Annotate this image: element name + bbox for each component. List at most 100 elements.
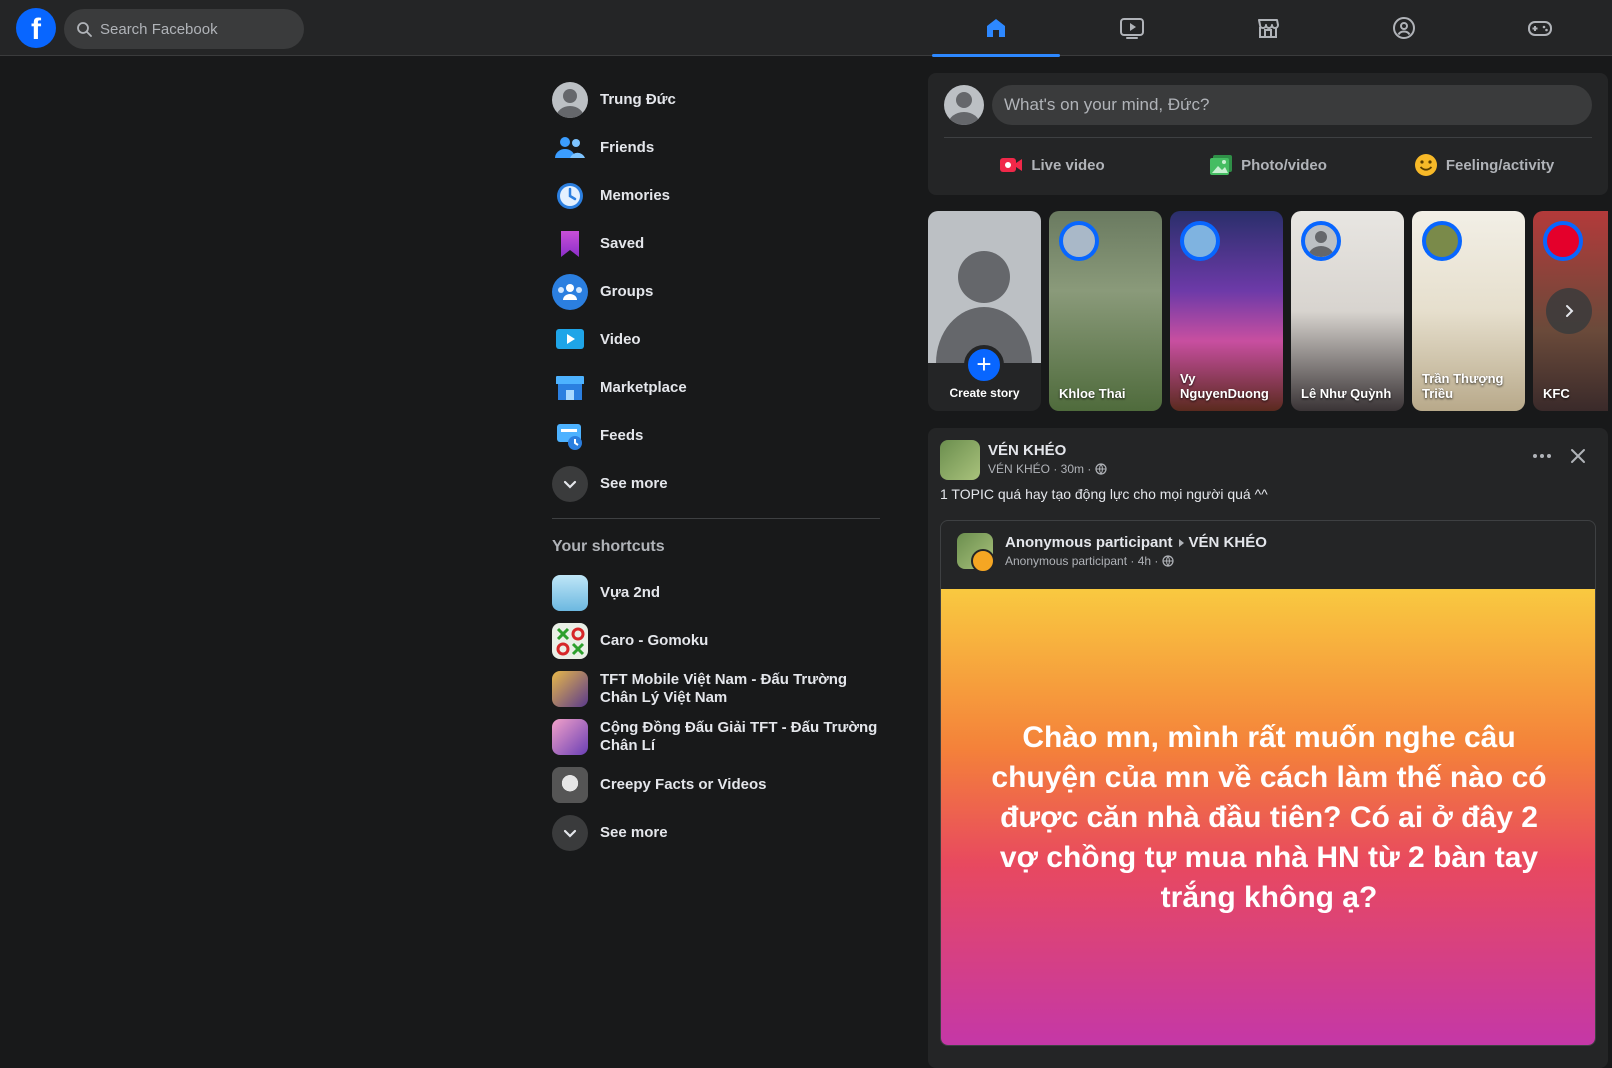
sidebar-item-label: Saved <box>600 235 645 252</box>
sidebar-item-marketplace[interactable]: Marketplace <box>552 364 882 412</box>
story-author-name: Lê Như Quỳnh <box>1301 386 1392 401</box>
live-video-icon <box>1000 158 1023 172</box>
whats-on-your-mind-input[interactable] <box>992 85 1592 125</box>
photo-icon <box>1210 155 1233 175</box>
sidebar-divider <box>552 518 880 519</box>
post-composer: Live video Photo/video Feeling/activity <box>928 73 1608 195</box>
left-sidebar: Trung Đức Friends Memories Saved Groups … <box>552 76 882 857</box>
sidebar-item-memories[interactable]: Memories <box>552 172 882 220</box>
caret-right-icon <box>1178 538 1184 547</box>
shortcut-thumbnail <box>552 575 588 611</box>
create-story-avatar <box>928 211 1041 363</box>
sidebar-item-label: Feeds <box>600 427 644 444</box>
marketplace-icon <box>552 370 588 406</box>
sidebar-item-groups[interactable]: Groups <box>552 268 882 316</box>
shared-post-author[interactable]: Anonymous participant <box>1005 534 1173 551</box>
chevron-down-icon <box>552 815 588 851</box>
sidebar-see-more[interactable]: See more <box>552 460 882 508</box>
composer-avatar[interactable] <box>944 85 984 125</box>
feeds-icon <box>552 418 588 454</box>
search-icon <box>77 22 92 37</box>
shared-post[interactable]: Anonymous participant VÉN KHÉO Anonymous… <box>940 520 1596 1046</box>
smiley-icon <box>1414 154 1437 176</box>
story-card[interactable]: Trần Thượng Triều <box>1412 211 1525 411</box>
sidebar-item-profile[interactable]: Trung Đức <box>552 76 882 124</box>
facebook-logo[interactable]: f <box>16 8 56 48</box>
post-author-name[interactable]: VÉN KHÉO <box>988 442 1066 459</box>
search-box[interactable] <box>64 9 304 49</box>
story-card[interactable]: Vy NguyenDuong <box>1170 211 1283 411</box>
shortcut-label: Cộng Đồng Đấu Giải TFT - Đấu Trường Chân… <box>600 719 878 754</box>
live-video-button[interactable]: Live video <box>944 145 1160 185</box>
story-author-name: Trần Thượng Triều <box>1422 371 1504 401</box>
composer-divider <box>944 137 1592 138</box>
bookmark-icon <box>552 226 588 262</box>
shortcut-thumbnail <box>552 671 588 707</box>
sidebar-item-friends[interactable]: Friends <box>552 124 882 172</box>
shortcut-item[interactable]: Cộng Đồng Đấu Giải TFT - Đấu Trường Chân… <box>552 713 882 761</box>
post-hide-button[interactable] <box>1562 442 1594 470</box>
shared-post-meta-text: Anonymous participant · 4h · <box>1005 554 1159 568</box>
sidebar-item-label: Trung Đức <box>600 91 676 108</box>
nav-tab-home[interactable] <box>932 0 1060 57</box>
shortcut-label: Vựa 2nd <box>600 584 661 601</box>
shortcut-item[interactable]: Creepy Facts or Videos <box>552 761 882 809</box>
nav-tab-marketplace[interactable] <box>1204 0 1332 56</box>
shared-post-group[interactable]: VÉN KHÉO <box>1189 534 1267 551</box>
nav-tab-groups[interactable] <box>1340 0 1468 56</box>
shared-post-header: Anonymous participant VÉN KHÉO <box>1005 534 1267 551</box>
home-icon <box>987 19 1005 37</box>
shortcut-thumbnail <box>552 719 588 755</box>
friends-icon <box>552 130 588 166</box>
sidebar-item-label: Friends <box>600 139 655 156</box>
shared-post-meta: Anonymous participant · 4h · <box>1005 554 1175 568</box>
live-video-label: Live video <box>1031 156 1105 174</box>
globe-icon <box>1162 555 1175 567</box>
sidebar-item-label: See more <box>600 475 668 492</box>
shared-post-body: Chào mn, mình rất muốn nghe câu chuyện c… <box>991 721 1547 914</box>
create-story-card[interactable]: + Create story <box>928 211 1041 411</box>
post-meta-text: VÉN KHÉO · 30m · <box>988 462 1092 476</box>
post-author-avatar[interactable] <box>940 440 980 480</box>
shortcut-item[interactable]: TFT Mobile Việt Nam - Đấu Trường Chân Lý… <box>552 665 882 713</box>
stories-tray: + Create story Khloe Thai Vy NguyenDuong… <box>928 211 1608 411</box>
story-avatar <box>1301 221 1341 261</box>
story-card[interactable]: Lê Như Quỳnh <box>1291 211 1404 411</box>
feeling-activity-label: Feeling/activity <box>1445 156 1555 174</box>
post-meta: VÉN KHÉO · 30m · <box>988 462 1107 476</box>
sidebar-item-label: Memories <box>600 187 671 204</box>
shortcuts-see-more[interactable]: See more <box>552 809 882 857</box>
post-text: 1 TOPIC quá hay tạo động lực cho mọi ngư… <box>940 486 1268 502</box>
search-input[interactable] <box>100 9 296 49</box>
create-story-label: Create story <box>949 386 1020 400</box>
shortcut-label: Creepy Facts or Videos <box>600 776 767 793</box>
story-avatar <box>1059 221 1099 261</box>
story-avatar <box>1543 221 1583 261</box>
composer-actions: Live video Photo/video Feeling/activity <box>944 145 1592 185</box>
stories-next-button[interactable] <box>1546 288 1592 334</box>
shortcut-item[interactable]: Vựa 2nd <box>552 569 882 617</box>
sidebar-item-saved[interactable]: Saved <box>552 220 882 268</box>
sidebar-item-video[interactable]: Video <box>552 316 882 364</box>
gamepad-icon <box>1528 21 1552 36</box>
feeling-activity-button[interactable]: Feeling/activity <box>1376 145 1592 185</box>
story-avatar <box>1180 221 1220 261</box>
story-card[interactable]: Khloe Thai <box>1049 211 1162 411</box>
story-author-name: Khloe Thai <box>1059 386 1126 401</box>
shortcut-item[interactable]: Caro - Gomoku <box>552 617 882 665</box>
post-more-options-button[interactable] <box>1526 444 1558 468</box>
chevron-down-icon <box>552 466 588 502</box>
video-icon <box>552 322 588 358</box>
close-icon <box>1571 449 1585 463</box>
nav-tab-gaming[interactable] <box>1476 0 1604 56</box>
store-icon <box>1258 19 1279 38</box>
shortcut-label: See more <box>600 824 668 841</box>
profile-avatar <box>552 82 588 118</box>
photo-video-button[interactable]: Photo/video <box>1160 145 1376 185</box>
nav-tab-video[interactable] <box>1068 0 1196 56</box>
shortcut-thumbnail <box>552 767 588 803</box>
sidebar-item-label: Video <box>600 331 641 348</box>
chevron-right-icon <box>1566 305 1574 317</box>
sidebar-item-feeds[interactable]: Feeds <box>552 412 882 460</box>
shortcut-label: Caro - Gomoku <box>600 632 709 649</box>
